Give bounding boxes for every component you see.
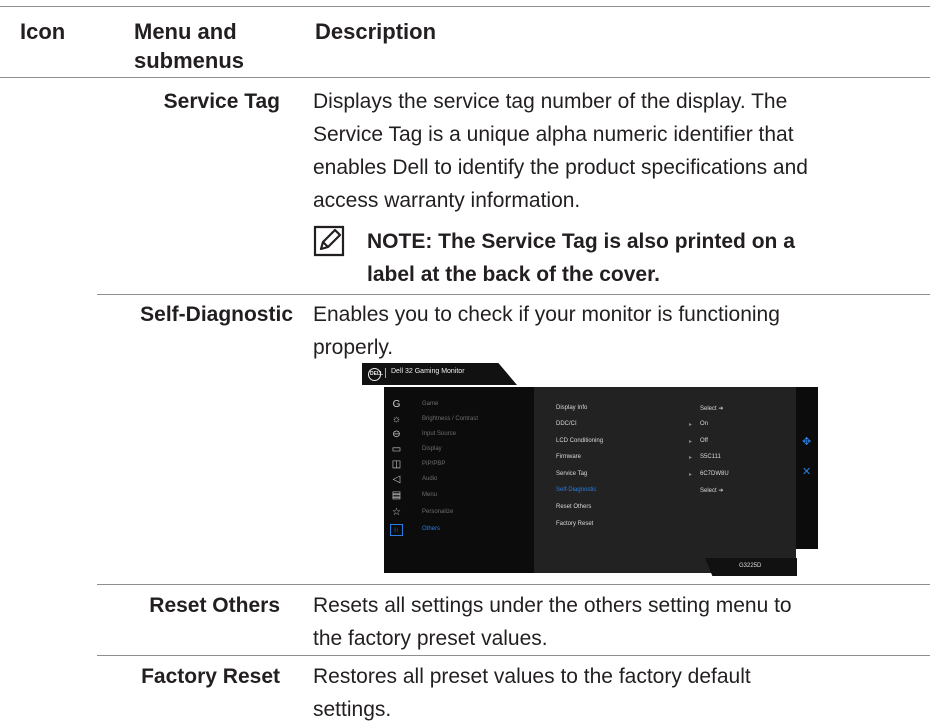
desc-line: properly. [313, 336, 394, 359]
osd-menu-personalize[interactable]: ☆ Personalize [390, 507, 530, 521]
submenu-service-tag[interactable]: Service Tag [556, 471, 587, 477]
row-desc-service-tag: Displays the service tag number of the d… [313, 85, 913, 217]
brightness-icon: ☼ [391, 414, 402, 425]
desc-line: Service Tag is a unique alpha numeric id… [313, 123, 794, 146]
desc-line: Restores all preset values to the factor… [313, 665, 751, 688]
note-line: NOTE: The Service Tag is also printed on… [367, 230, 795, 253]
top-rule [0, 6, 930, 7]
personalize-icon: ☆ [392, 507, 401, 518]
desc-line: enables Dell to identify the product spe… [313, 156, 808, 179]
row-rule [97, 294, 930, 295]
move-icon[interactable]: ✥ [802, 435, 811, 448]
header-description: Description [315, 19, 437, 44]
row-name-reset-others: Reset Others [149, 594, 280, 617]
menu-label: Audio [422, 476, 438, 482]
chevron-right-icon: ▸ [689, 455, 693, 461]
value-display-info: Select ➔ [700, 405, 723, 412]
model-label: G3225D [739, 563, 762, 569]
row-name-factory-reset: Factory Reset [141, 665, 280, 688]
header-icon: Icon [20, 19, 66, 44]
submenu-firmware[interactable]: Firmware [556, 454, 581, 460]
osd-menu-game[interactable]: G Game [390, 399, 530, 413]
osd-title-tab: DELL Dell 32 Gaming Monitor [362, 363, 517, 385]
chevron-right-icon: ▸ [689, 439, 693, 445]
row-name-self-diagnostic: Self-Diagnostic [140, 303, 293, 326]
osd-menu-others[interactable]: i↑ Others [390, 524, 530, 538]
osd-model-tab: G3225D [705, 558, 797, 576]
row-rule [97, 655, 930, 656]
menu-label: Personalize [422, 509, 454, 515]
submenu-self-diagnostic[interactable]: Self-Diagnostic [556, 487, 596, 493]
display-icon: ▭ [391, 444, 402, 455]
osd-submenu: Display Info Select ➔ DDC/CI ▸ On LCD Co… [534, 387, 796, 573]
dell-logo-icon: DELL [368, 368, 384, 381]
submenu-display-info[interactable]: Display Info [556, 405, 587, 411]
select-arrow-icon: ➔ [718, 406, 724, 412]
submenu-ddc-ci[interactable]: DDC/CI [556, 421, 577, 427]
desc-line: settings. [313, 698, 392, 721]
note-line: label at the back of the cover. [367, 263, 660, 286]
osd-nav-bar: ✥ ✕ [796, 387, 818, 549]
desc-line: the factory preset values. [313, 627, 548, 650]
osd-menu-display[interactable]: ▭ Display [390, 444, 530, 458]
menu-icon: ▤ [391, 490, 402, 501]
desc-line: Resets all settings under the others set… [313, 594, 792, 617]
row-desc-factory-reset: Restores all preset values to the factor… [313, 660, 913, 726]
chevron-right-icon: ▸ [689, 472, 693, 478]
value-firmware: S5C111 [700, 454, 721, 460]
header-menu-line1: Menu and [134, 19, 237, 44]
osd-menu-brightness[interactable]: ☼ Brightness / Contrast [390, 414, 530, 428]
header-rule [0, 77, 930, 78]
osd-menu: G Game ☼ Brightness / Contrast ⊖ Input Sour… [384, 387, 534, 573]
game-icon: G [392, 399, 401, 410]
value-text: Select [700, 488, 717, 494]
menu-label: Brightness / Contrast [422, 416, 479, 422]
submenu-factory-reset[interactable]: Factory Reset [556, 521, 593, 527]
submenu-lcd-conditioning[interactable]: LCD Conditioning [556, 438, 603, 444]
osd-menu-input-source[interactable]: ⊖ Input Source [390, 429, 530, 443]
chevron-right-icon: ▸ [689, 422, 693, 428]
osd-menu-audio[interactable]: ◁ Audio [390, 474, 530, 488]
pip-pbp-icon: ◫ [391, 459, 402, 470]
audio-icon: ◁ [392, 474, 401, 485]
input-source-icon: ⊖ [392, 429, 401, 440]
row-rule [97, 584, 930, 585]
desc-line: Displays the service tag number of the d… [313, 90, 788, 113]
note-pencil-icon [313, 225, 345, 257]
menu-label: PIP/PBP [422, 461, 446, 467]
desc-line: access warranty information. [313, 189, 581, 212]
menu-label: Menu [422, 492, 438, 498]
value-lcd-conditioning: Off [700, 438, 708, 444]
menu-label: Game [422, 401, 439, 407]
value-self-diagnostic: Select ➔ [700, 487, 723, 494]
menu-label: Input Source [422, 431, 457, 437]
close-icon[interactable]: ✕ [802, 465, 811, 478]
osd-menu-menu[interactable]: ▤ Menu [390, 490, 530, 504]
menu-label: Others [422, 526, 441, 532]
select-arrow-icon: ➔ [718, 488, 724, 494]
osd-menu-pip-pbp[interactable]: ◫ PIP/PBP [390, 459, 530, 473]
header-menu-line2: submenus [134, 48, 245, 73]
submenu-reset-others[interactable]: Reset Others [556, 504, 591, 510]
osd-body: G Game ☼ Brightness / Contrast ⊖ Input Sour… [384, 387, 796, 573]
logo-text: DELL [370, 371, 384, 377]
others-icon: i↑ [390, 524, 403, 536]
row-desc-self-diagnostic: Enables you to check if your monitor is … [313, 298, 913, 364]
value-service-tag: 6C7DW8U [700, 471, 729, 477]
desc-line: Enables you to check if your monitor is … [313, 303, 780, 326]
osd-title: Dell 32 Gaming Monitor [385, 368, 465, 378]
service-tag-note: NOTE: The Service Tag is also printed on… [367, 225, 907, 291]
row-desc-reset-others: Resets all settings under the others set… [313, 589, 913, 655]
value-ddc-ci: On [700, 421, 709, 427]
osd-screenshot: DELL Dell 32 Gaming Monitor G Game ☼ Brigh… [362, 363, 832, 576]
row-name-service-tag: Service Tag [163, 90, 280, 113]
menu-label: Display [422, 446, 442, 452]
value-text: Select [700, 406, 717, 412]
